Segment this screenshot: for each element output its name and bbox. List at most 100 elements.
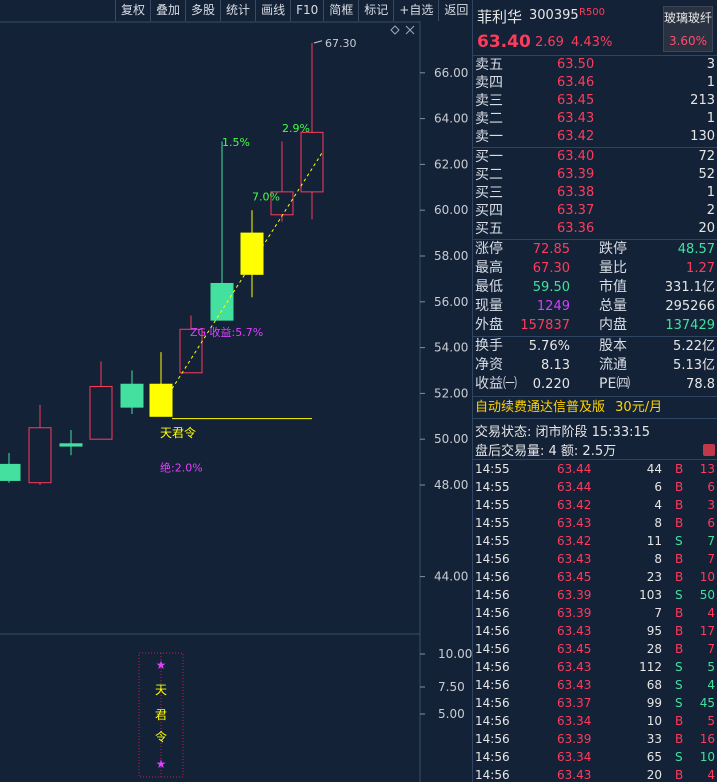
trade-row: 14:55 63.44 6 B 6 (473, 478, 717, 496)
toolbar-button-statistics[interactable]: 统计 (220, 0, 255, 21)
fund-label: 收益㈠ (475, 376, 517, 392)
trade-direction: B (675, 714, 684, 728)
trade-price: 63.39 (557, 588, 592, 602)
trade-count: 3 (707, 498, 715, 512)
signal-char: ★ (156, 757, 167, 771)
sector-box[interactable]: 玻璃玻纤 3.60% (663, 6, 713, 52)
fund-value: 5.13亿 (673, 358, 715, 373)
bid-volume: 2 (706, 203, 715, 218)
trade-price: 63.42 (557, 498, 592, 512)
bid-level-label: 买四 (475, 203, 503, 219)
price-tick-label: 52.00 (434, 386, 468, 400)
diamond-icon[interactable] (390, 25, 400, 35)
bid-volume: 72 (698, 149, 715, 164)
trade-price: 63.37 (557, 696, 592, 710)
trade-direction: S (675, 588, 683, 602)
trade-direction: B (675, 498, 684, 512)
candle-body[interactable] (0, 463, 21, 481)
toolbar-button-multi-stock[interactable]: 多股 (185, 0, 220, 21)
fund-label: 股本 (599, 338, 627, 354)
fund-value: 0.220 (532, 377, 570, 392)
trade-count: 10 (699, 570, 715, 584)
candle-body[interactable] (149, 383, 173, 417)
promo-link[interactable]: 自动续费通达信普及版 30元/月 (475, 399, 662, 417)
stat-value: 72.85 (532, 242, 570, 257)
toolbar-button-overlay[interactable]: 叠加 (150, 0, 185, 21)
trade-volume: 8 (654, 516, 662, 530)
stat-label: 市值 (599, 279, 627, 295)
trade-count: 16 (699, 732, 715, 746)
bid-volume: 20 (698, 221, 715, 236)
trade-time: 14:56 (475, 552, 510, 566)
toolbar-button-draw-line[interactable]: 画线 (255, 0, 290, 21)
candle-body[interactable] (210, 282, 234, 321)
trade-row: 14:56 63.37 99 S 45 (473, 694, 717, 712)
trade-direction: S (675, 534, 683, 548)
trade-time: 14:55 (475, 516, 510, 530)
trade-row: 14:56 63.43 68 S 4 (473, 676, 717, 694)
candle-body[interactable] (28, 427, 52, 484)
trade-count: 7 (707, 552, 715, 566)
ask-level-label: 卖三 (475, 93, 503, 109)
fundamental-row: 收益㈠ 0.220 PE㈣ 78.8 (473, 375, 717, 394)
toolbar-button-back[interactable]: 返回 (438, 0, 475, 21)
ask-level-label: 卖一 (475, 129, 503, 145)
alert-icon[interactable] (703, 444, 715, 456)
price-tick-label: 50.00 (434, 432, 468, 446)
stat-value: 48.57 (677, 242, 715, 257)
ask-price: 63.45 (557, 93, 595, 108)
ask-row[interactable]: 卖一 63.42 130 (473, 128, 717, 146)
trade-volume: 6 (654, 480, 662, 494)
signal-label: 天君令 (160, 425, 196, 440)
trade-price: 63.44 (557, 480, 592, 494)
toolbar-button-fuquan[interactable]: 复权 (115, 0, 150, 21)
price-tick-label: 64.00 (434, 112, 468, 126)
trade-row: 14:56 63.43 112 S 5 (473, 658, 717, 676)
toolbar-button-mark[interactable]: 标记 (358, 0, 393, 21)
trade-row: 14:56 63.43 8 B 7 (473, 550, 717, 568)
trade-count: 17 (699, 624, 715, 638)
trade-count: 7 (707, 534, 715, 548)
fundamental-row: 净资 8.13 流通 5.13亿 (473, 356, 717, 375)
bid-row[interactable]: 买五 63.36 20 (473, 220, 717, 238)
candle-body[interactable] (240, 232, 264, 275)
trade-time: 14:56 (475, 660, 510, 674)
trade-row: 14:56 63.43 95 B 17 (473, 622, 717, 640)
ask-row[interactable]: 卖二 63.43 1 (473, 110, 717, 128)
trade-time: 14:55 (475, 534, 510, 548)
ask-price: 63.42 (557, 129, 595, 144)
toolbar-button-simple-frame[interactable]: 简框 (323, 0, 358, 21)
stat-label: 内盘 (599, 317, 627, 333)
trade-row: 14:55 63.44 44 B 13 (473, 460, 717, 478)
toolbar-button-add-watchlist[interactable]: +自选 (393, 0, 438, 21)
stat-value: 137429 (665, 318, 715, 333)
candle-body[interactable] (300, 131, 324, 193)
trade-time: 14:56 (475, 642, 510, 656)
close-icon[interactable] (405, 25, 415, 35)
trade-time: 14:56 (475, 714, 510, 728)
sector-name: 玻璃玻纤 (664, 11, 713, 25)
indicator-tick-label: 10.00 (438, 647, 472, 661)
toolbar-button-f10[interactable]: F10 (290, 0, 323, 21)
bid-volume: 1 (706, 185, 715, 200)
bid-row[interactable]: 买二 63.39 52 (473, 166, 717, 184)
stat-label: 外盘 (475, 317, 503, 333)
fund-value: 78.8 (686, 377, 715, 392)
candle-body[interactable] (59, 443, 83, 447)
promo-text: 自动续费通达信普及版 (475, 400, 606, 415)
trade-direction: B (675, 732, 684, 746)
bid-row[interactable]: 买四 63.37 2 (473, 202, 717, 220)
ask-row[interactable]: 卖三 63.45 213 (473, 92, 717, 110)
candle-body[interactable] (120, 383, 144, 408)
ask-row[interactable]: 卖五 63.50 3 (473, 56, 717, 74)
kline-chart[interactable]: 66.00 64.00 62.00 60.00 58.00 56.00 54.00 52.00… (0, 21, 472, 782)
bid-price: 63.36 (557, 221, 595, 236)
promo-price: 30元/月 (615, 400, 663, 415)
ask-row[interactable]: 卖四 63.46 1 (473, 74, 717, 92)
bid-row[interactable]: 买一 63.40 72 (473, 148, 717, 166)
candle-body[interactable] (89, 386, 113, 440)
trade-volume: 33 (646, 732, 662, 746)
bid-row[interactable]: 买三 63.38 1 (473, 184, 717, 202)
zg-profit-label: ZG 收益:5.7% (190, 325, 263, 339)
price-tick-label: 60.00 (434, 203, 468, 217)
